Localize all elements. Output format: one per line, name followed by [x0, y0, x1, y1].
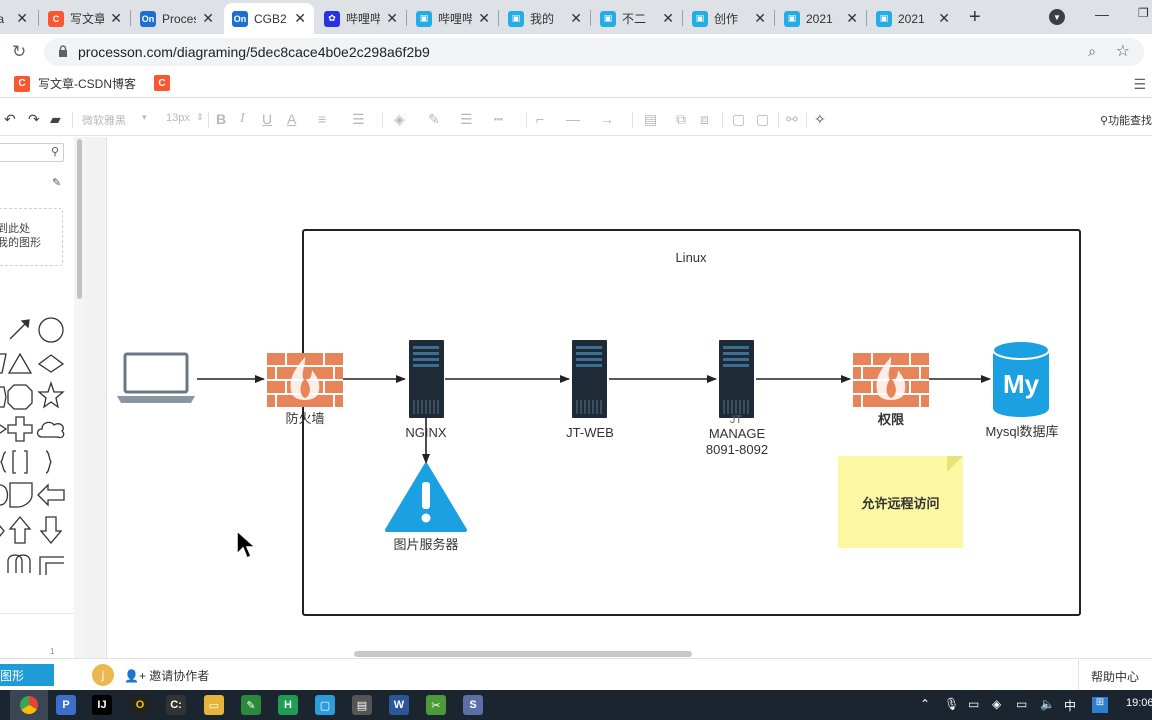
- more-shapes-button[interactable]: 更多图形: [0, 664, 54, 686]
- server-icon-jtweb[interactable]: [572, 340, 607, 418]
- invite-collaborator-button[interactable]: 👤+ 邀请协作者: [124, 667, 209, 684]
- server-icon-nginx[interactable]: [409, 340, 444, 418]
- microphone-icon[interactable]: 🎙: [944, 697, 959, 711]
- chrome-taskbar-icon[interactable]: [10, 690, 48, 720]
- mouse-cursor-icon: [236, 530, 256, 560]
- add-user-icon: 👤+: [124, 669, 146, 683]
- avatar[interactable]: j: [92, 664, 114, 686]
- canvas-horizontal-scrollbar[interactable]: [354, 651, 692, 657]
- edit-taskbar-icon[interactable]: ✎: [241, 695, 261, 715]
- manage-label: MANAGE: [709, 426, 766, 441]
- mysql-label: Mysql数据库: [986, 424, 1059, 439]
- firewall-label: 防火墙: [285, 411, 324, 426]
- sticky-note-fold: [947, 456, 963, 472]
- linux-container[interactable]: [302, 229, 1081, 616]
- windows-taskbar: P IJ O C: ▭ ✎ H ▢ ▤ W ✂ S ⌃ 🎙 ▭ ◈ ▭ 🔈 中 …: [0, 690, 1152, 720]
- word-taskbar-icon[interactable]: W: [389, 695, 409, 715]
- security-icon[interactable]: ◈: [992, 697, 1001, 711]
- laptop-icon[interactable]: [117, 352, 195, 403]
- taskbar-clock[interactable]: 19:06: [1126, 697, 1152, 709]
- network-icon[interactable]: ▭: [1016, 697, 1027, 711]
- editor-status-bar: 更多图形 j 👤+ 邀请协作者 帮助中心: [0, 658, 1152, 691]
- manage-label-top: JT: [730, 414, 743, 426]
- xmind-taskbar-icon[interactable]: ✂: [426, 695, 446, 715]
- image-server-label: 图片服务器: [393, 537, 458, 552]
- app-window-taskbar-icon[interactable]: ▢: [315, 695, 335, 715]
- sticky-note-text: 允许远程访问: [861, 496, 940, 511]
- help-center-button[interactable]: 帮助中心: [1078, 659, 1152, 691]
- jtweb-label: JT-WEB: [566, 425, 614, 440]
- permission-label: 权限: [877, 412, 905, 427]
- terminal-taskbar-icon[interactable]: C:: [166, 695, 186, 715]
- chevron-up-icon[interactable]: ⌃: [920, 697, 930, 711]
- nginx-label: NGINX: [405, 425, 447, 440]
- ime-indicator[interactable]: 中: [1064, 697, 1076, 714]
- server-icon-manage[interactable]: [719, 340, 754, 418]
- ime-mode-icon[interactable]: ⊞: [1092, 697, 1108, 713]
- message-icon[interactable]: ▭: [968, 697, 979, 711]
- svg-text:My: My: [1003, 369, 1040, 399]
- firewall-icon[interactable]: [853, 353, 929, 407]
- obs-taskbar-icon[interactable]: O: [130, 695, 150, 715]
- linux-container-label: Linux: [675, 250, 707, 265]
- volume-icon[interactable]: 🔈: [1040, 697, 1055, 711]
- intellij-taskbar-icon[interactable]: IJ: [92, 695, 112, 715]
- mysql-database-icon[interactable]: My: [992, 340, 1050, 417]
- image-viewer-taskbar-icon[interactable]: ▤: [352, 695, 372, 715]
- diagram-drawing: Linux 防火墙 NGINX JT-WEB JT MANAGE 8091-80…: [117, 229, 1081, 616]
- app-s-taskbar-icon[interactable]: S: [463, 695, 483, 715]
- hbuilder-taskbar-icon[interactable]: H: [278, 695, 298, 715]
- folder-taskbar-icon[interactable]: ▭: [204, 695, 224, 715]
- firewall-icon[interactable]: [267, 353, 343, 407]
- manage-ports-label: 8091-8092: [706, 442, 768, 457]
- app-p-taskbar-icon[interactable]: P: [56, 695, 76, 715]
- warning-icon[interactable]: [385, 463, 467, 532]
